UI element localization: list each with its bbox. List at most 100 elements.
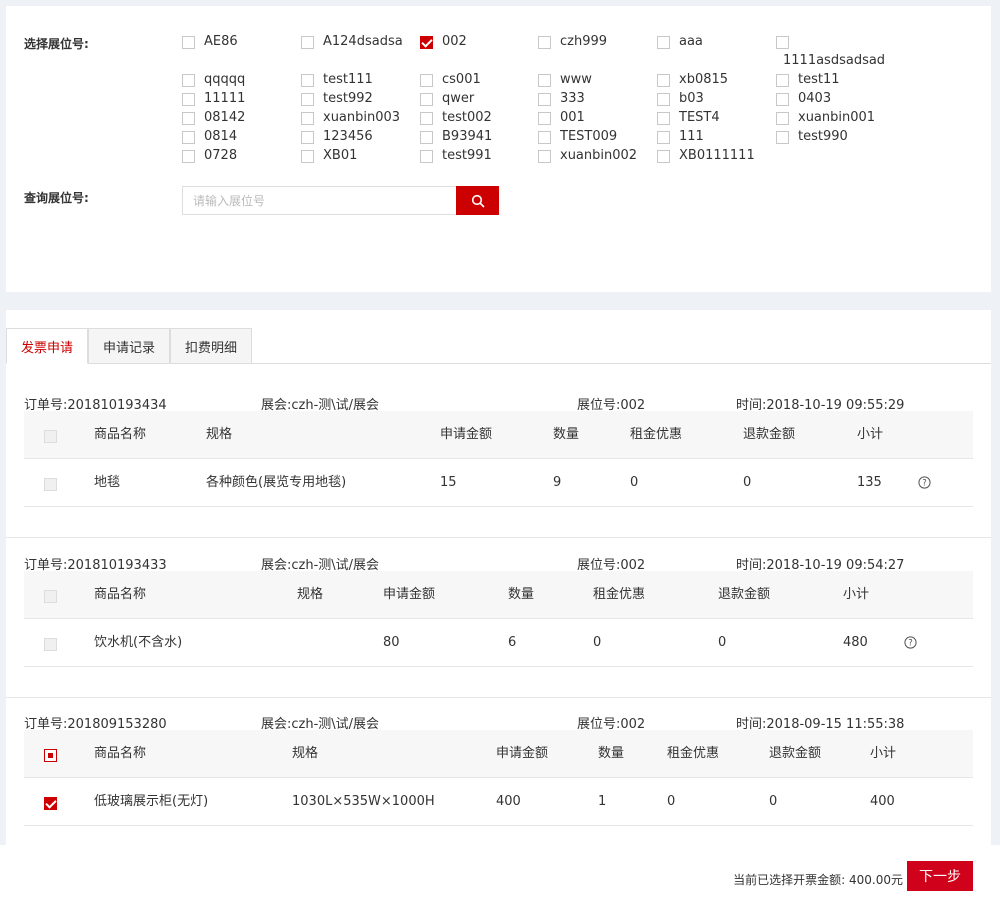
tab-invoice-apply[interactable]: 发票申请	[6, 328, 88, 364]
booth-checkbox[interactable]	[301, 112, 314, 125]
col-product-name: 商品名称	[94, 427, 147, 442]
booth-name: TEST009	[560, 129, 618, 144]
booth-option[interactable]: A124dsadsa	[301, 34, 403, 52]
booth-option[interactable]: 0403	[776, 91, 831, 109]
booth-option[interactable]: aaa	[657, 34, 703, 52]
booth-checkbox[interactable]	[538, 74, 551, 87]
booth-checkbox[interactable]	[301, 150, 314, 163]
col-product-name: 商品名称	[94, 746, 147, 761]
booth-checkbox[interactable]	[420, 74, 433, 87]
next-step-button[interactable]: 下一步	[907, 861, 973, 891]
col-quantity: 数量	[598, 746, 625, 761]
booth-checkbox[interactable]	[301, 36, 314, 49]
help-icon[interactable]: ?	[918, 476, 931, 489]
booth-option[interactable]: 123456	[301, 129, 373, 147]
booth-checkbox[interactable]	[776, 93, 789, 106]
booth-name: 001	[560, 110, 585, 125]
booth-checkbox[interactable]	[420, 112, 433, 125]
booth-option[interactable]: xuanbin002	[538, 148, 637, 166]
booth-option[interactable]: 001	[538, 110, 585, 128]
booth-option[interactable]: xuanbin001	[776, 110, 875, 128]
booth-checkbox[interactable]	[538, 36, 551, 49]
search-button[interactable]	[456, 186, 499, 215]
booth-option[interactable]: 111	[657, 129, 704, 147]
booth-checkbox[interactable]	[657, 93, 670, 106]
booth-option[interactable]: qwer	[420, 91, 474, 109]
booth-checkbox[interactable]	[538, 112, 551, 125]
booth-option[interactable]: www	[538, 72, 592, 90]
booth-search-input[interactable]	[182, 186, 456, 215]
booth-option[interactable]: xb0815	[657, 72, 728, 90]
booth-option[interactable]: 08142	[182, 110, 245, 128]
booth-checkbox[interactable]	[420, 150, 433, 163]
booth-checkbox[interactable]	[538, 150, 551, 163]
booth-name: test990	[798, 129, 848, 144]
booth-checkbox[interactable]	[182, 112, 195, 125]
booth-name: xuanbin003	[323, 110, 401, 125]
booth-option[interactable]: 0814	[182, 129, 237, 147]
tab-apply-records[interactable]: 申请记录	[88, 328, 170, 364]
booth-option[interactable]: 333	[538, 91, 585, 109]
booth-checkbox[interactable]	[182, 131, 195, 144]
booth-checkbox[interactable]	[420, 93, 433, 106]
booth-checkbox[interactable]	[657, 74, 670, 87]
booth-option[interactable]: B93941	[420, 129, 492, 147]
table-header: 商品名称 规格 申请金额 数量 租金优惠 退款金额 小计	[24, 730, 973, 778]
booth-checkbox-grid: AE86 A124dsadsa 002 czh999 aaa 1111asdsadsad q…	[182, 6, 982, 176]
booth-option[interactable]: cs001	[420, 72, 481, 90]
booth-option[interactable]: 11111	[182, 91, 245, 109]
booth-option[interactable]: TEST4	[657, 110, 720, 128]
booth-checkbox[interactable]	[538, 131, 551, 144]
booth-checkbox[interactable]	[301, 93, 314, 106]
booth-checkbox[interactable]	[182, 74, 195, 87]
booth-option[interactable]: XB01	[301, 148, 357, 166]
booth-option[interactable]: test992	[301, 91, 373, 109]
booth-checkbox[interactable]	[776, 74, 789, 87]
booth-name: test11	[798, 72, 840, 87]
tab-deduction-details[interactable]: 扣费明细	[170, 328, 252, 364]
col-spec: 规格	[297, 587, 324, 602]
booth-checkbox[interactable]	[776, 36, 789, 49]
booth-checkbox[interactable]	[182, 36, 195, 49]
booth-option[interactable]: czh999	[538, 34, 607, 52]
booth-checkbox[interactable]	[776, 112, 789, 125]
order-card: 订单号:201810193434 展会:czh-测\试/展会 展位号:002 时…	[6, 394, 991, 538]
booth-option[interactable]: 1111asdsadsad	[776, 34, 885, 68]
booth-checkbox[interactable]	[301, 131, 314, 144]
booth-option[interactable]: test111	[301, 72, 373, 90]
select-all-checkbox[interactable]	[44, 749, 57, 762]
booth-option[interactable]: test990	[776, 129, 848, 147]
booth-option[interactable]: 002	[420, 34, 467, 52]
booth-name: XB01	[323, 148, 358, 163]
booth-search	[182, 186, 499, 215]
booth-checkbox[interactable]	[182, 150, 195, 163]
booth-checkbox[interactable]	[420, 131, 433, 144]
row-checkbox[interactable]	[44, 797, 57, 810]
booth-option[interactable]: xuanbin003	[301, 110, 400, 128]
booth-checkbox[interactable]	[657, 36, 670, 49]
col-rent-discount: 租金优惠	[667, 746, 720, 761]
booth-checkbox[interactable]	[420, 36, 433, 49]
booth-option[interactable]: AE86	[182, 34, 238, 52]
booth-option[interactable]: TEST009	[538, 129, 617, 147]
booth-checkbox[interactable]	[182, 93, 195, 106]
booth-option[interactable]: test991	[420, 148, 492, 166]
booth-checkbox[interactable]	[301, 74, 314, 87]
booth-option[interactable]: XB0111111	[657, 148, 755, 166]
booth-name: 002	[442, 34, 467, 49]
quantity: 6	[508, 635, 517, 650]
booth-checkbox[interactable]	[538, 93, 551, 106]
svg-text:?: ?	[908, 639, 913, 649]
help-icon[interactable]: ?	[904, 636, 917, 649]
booth-name: qqqqq	[204, 72, 246, 87]
booth-name: 08142	[204, 110, 246, 125]
booth-option[interactable]: 0728	[182, 148, 237, 166]
booth-option[interactable]: qqqqq	[182, 72, 245, 90]
booth-option[interactable]: test11	[776, 72, 840, 90]
booth-checkbox[interactable]	[657, 131, 670, 144]
booth-option[interactable]: b03	[657, 91, 704, 109]
booth-checkbox[interactable]	[776, 131, 789, 144]
booth-checkbox[interactable]	[657, 150, 670, 163]
booth-option[interactable]: test002	[420, 110, 492, 128]
booth-checkbox[interactable]	[657, 112, 670, 125]
